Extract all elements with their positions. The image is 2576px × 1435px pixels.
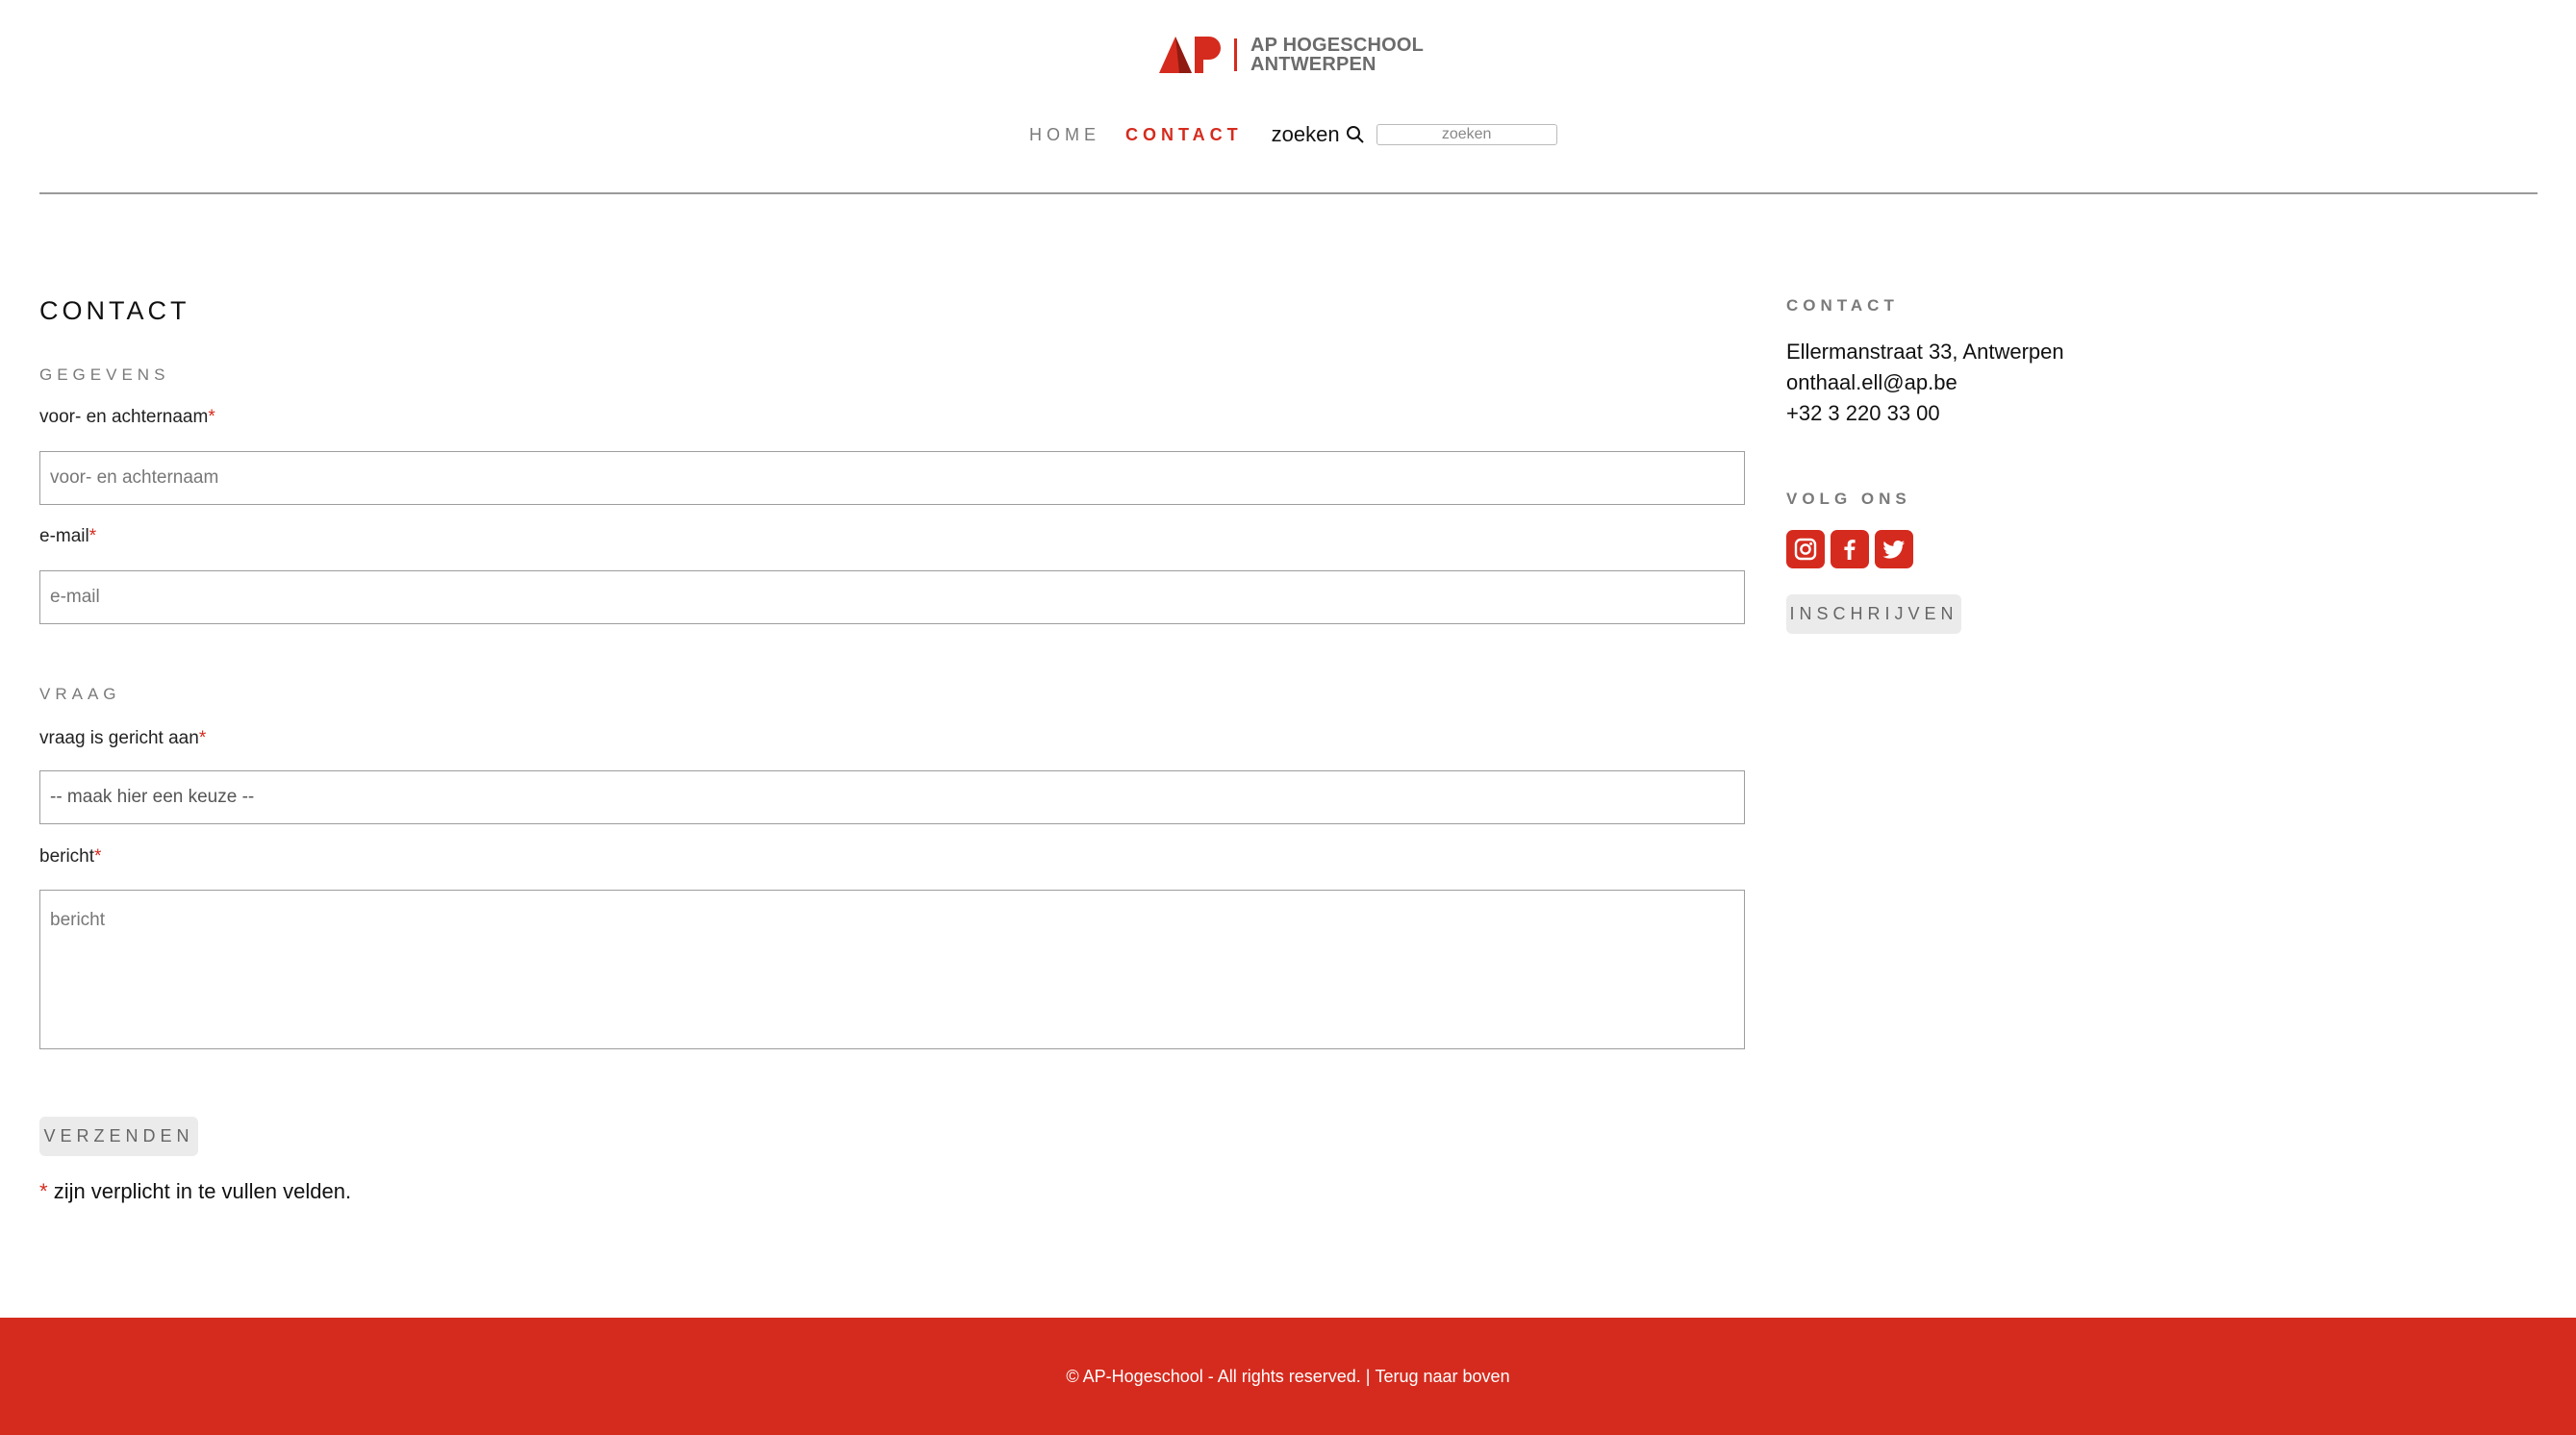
ap-logo-icon [1159, 37, 1221, 73]
footer-copyright: © AP-Hogeschool - All rights reserved. [1066, 1366, 1361, 1386]
search-label: zoeken [1271, 122, 1340, 146]
twitter-icon[interactable] [1875, 530, 1913, 568]
name-field[interactable] [39, 451, 1745, 505]
recipient-select[interactable]: -- maak hier een keuze -- [39, 770, 1745, 824]
nav-home[interactable]: HOME [1029, 125, 1100, 145]
email-field[interactable] [39, 570, 1745, 624]
brand-logo[interactable]: AP HOGESCHOOL ANTWERPEN [1159, 35, 1424, 75]
contact-email[interactable]: onthaal.ell@ap.be [1786, 367, 2064, 398]
section-heading-question: VRAAG [39, 685, 121, 703]
nav-search-input[interactable] [1376, 124, 1557, 145]
page-title: CONTACT [39, 296, 190, 325]
submit-button[interactable]: VERZENDEN [39, 1117, 198, 1156]
nav-contact[interactable]: CONTACT [1125, 125, 1243, 145]
social-links [1786, 530, 1913, 568]
name-label-text: voor- en achternaam [39, 407, 209, 427]
contact-address: Ellermanstraat 33, Antwerpen [1786, 340, 2064, 364]
email-label: e-mail* [39, 526, 96, 547]
magnifier-icon[interactable] [1346, 125, 1365, 144]
sidebar-follow-heading: VOLG ONS [1786, 490, 1911, 508]
footer: © AP-Hogeschool - All rights reserved. |… [0, 1318, 2576, 1435]
sidebar-contact-heading: CONTACT [1786, 296, 1899, 315]
recipient-select-value: -- maak hier een keuze -- [50, 787, 255, 807]
footer-separator: | [1360, 1366, 1376, 1386]
main-nav: HOME CONTACT zoeken [1029, 119, 1557, 150]
required-marker: * [94, 846, 102, 867]
section-heading-details: GEGEVENS [39, 365, 170, 384]
contact-details: Ellermanstraat 33, Antwerpen onthaal.ell… [1786, 337, 2064, 429]
required-fields-note: * zijn verplicht in te vullen velden. [39, 1179, 351, 1204]
required-marker: * [88, 526, 97, 546]
required-marker: * [198, 728, 207, 748]
message-label: bericht* [39, 846, 101, 868]
required-note-text: zijn verplicht in te vullen velden. [53, 1179, 352, 1203]
message-label-text: bericht [39, 846, 95, 867]
message-field[interactable] [39, 890, 1745, 1049]
brand-name: AP HOGESCHOOL ANTWERPEN [1250, 36, 1424, 74]
header-divider [39, 192, 2538, 194]
recipient-label-text: vraag is gericht aan [39, 728, 199, 748]
back-to-top-link[interactable]: Terug naar boven [1375, 1367, 1509, 1387]
recipient-label: vraag is gericht aan* [39, 728, 206, 749]
name-label: voor- en achternaam* [39, 407, 215, 428]
facebook-icon[interactable] [1831, 530, 1869, 568]
required-marker: * [39, 1179, 48, 1203]
contact-phone[interactable]: +32 3 220 33 00 [1786, 398, 2064, 429]
page: AP HOGESCHOOL ANTWERPEN HOME CONTACT zoe… [0, 0, 2576, 1435]
subscribe-button[interactable]: INSCHRIJVEN [1786, 594, 1961, 634]
instagram-icon[interactable] [1786, 530, 1825, 568]
required-marker: * [208, 407, 215, 427]
brand-name-line2: ANTWERPEN [1250, 54, 1376, 75]
logo-divider [1234, 38, 1237, 71]
brand-name-line1: AP HOGESCHOOL [1250, 35, 1425, 56]
email-label-text: e-mail [39, 526, 89, 546]
